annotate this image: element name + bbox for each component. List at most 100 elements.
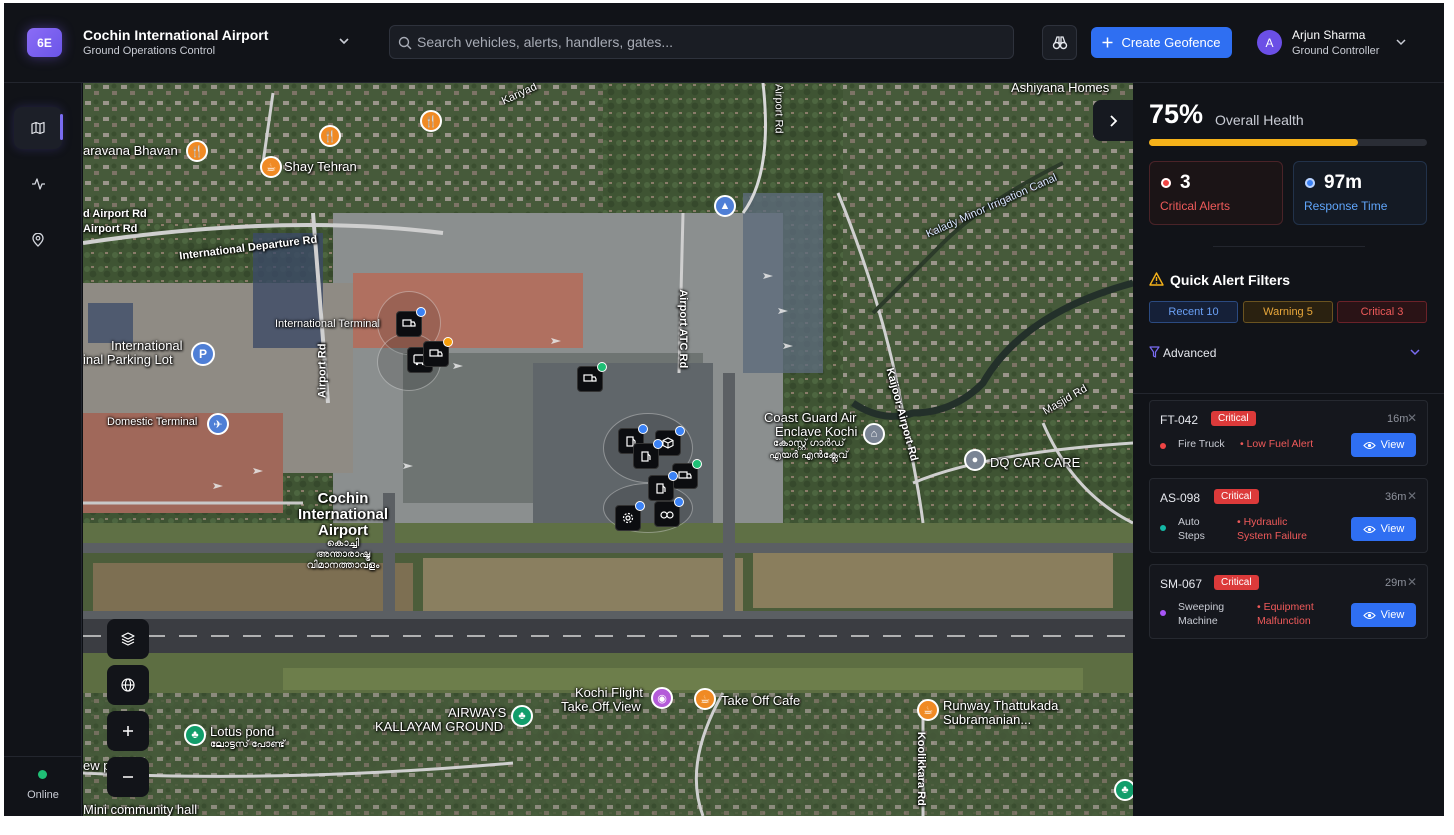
map-label-kochi-flight-1: Kochi Flight: [575, 685, 643, 700]
filter-chip-recent[interactable]: Recent 10: [1149, 301, 1238, 323]
filter-chip-warning[interactable]: Warning 5: [1243, 301, 1333, 323]
chevron-down-icon[interactable]: [1409, 346, 1421, 358]
activity-icon: [31, 178, 45, 190]
alert-vehicle-id: FT-042: [1160, 413, 1199, 427]
search-bar[interactable]: [389, 25, 1014, 59]
airline-logo[interactable]: 6E: [27, 28, 62, 57]
vehicle-marker[interactable]: [423, 337, 453, 367]
filter-icon[interactable]: [1149, 346, 1160, 358]
map-label-lotus-pond: Lotus pond: [210, 724, 275, 739]
map-label-coast-guard-ml-1: കോസ്റ്റ് ഗാർഡ്: [773, 438, 845, 449]
satellite-map[interactable]: aravana Bhavan Shay Tehran Kariyad Airpo…: [83, 83, 1133, 816]
close-icon[interactable]: ✕: [1407, 411, 1417, 425]
eye-icon: [1362, 525, 1376, 533]
truck-icon: [429, 349, 443, 357]
status-dot: [416, 307, 426, 317]
cafe-icon[interactable]: ☕: [694, 688, 716, 710]
zoom-in-button[interactable]: [107, 711, 149, 751]
binoculars-button[interactable]: [1042, 25, 1077, 60]
map-label-shay-tehran: Shay Tehran: [284, 159, 357, 174]
gear-icon: [622, 512, 634, 524]
chevron-right-icon: [1110, 114, 1118, 127]
layers-button[interactable]: [107, 619, 149, 659]
camera-icon[interactable]: ◉: [651, 687, 673, 709]
vehicle-type: Auto Steps: [1178, 516, 1205, 542]
map-label-lotus-pond-ml: ലോട്ടസ് പോണ്ട്: [210, 739, 285, 750]
status-dot: [668, 471, 678, 481]
restaurant-icon[interactable]: 🍴: [319, 125, 341, 147]
view-alert-button[interactable]: View: [1351, 433, 1416, 457]
zoom-out-button[interactable]: [107, 757, 149, 797]
vehicle-marker[interactable]: [648, 471, 678, 501]
nav-map[interactable]: [14, 107, 62, 149]
map-label-airport-rd-mid: Airport Rd: [316, 343, 329, 398]
health-label: Overall Health: [1215, 112, 1304, 128]
parking-icon[interactable]: P: [191, 342, 215, 366]
rail-divider: [4, 756, 82, 757]
response-time-card[interactable]: 97m Response Time: [1293, 161, 1427, 225]
fuel-icon: [641, 451, 651, 462]
user-name[interactable]: Arjun Sharma: [1292, 28, 1365, 42]
map-label-airport: Airport: [318, 522, 368, 539]
landmark-icon[interactable]: ⌂: [863, 423, 885, 445]
app-window: 6E Cochin International Airport Ground O…: [4, 3, 1444, 816]
nav-locations[interactable]: [14, 219, 62, 261]
vehicle-marker[interactable]: [654, 497, 684, 527]
map-label-airport-rd-1: d Airport Rd: [83, 208, 147, 220]
map-label-airport-rd-top: Airport Rd: [772, 84, 785, 134]
map-pin-icon[interactable]: ●: [964, 449, 986, 471]
advanced-filters-toggle[interactable]: Advanced: [1163, 346, 1216, 360]
chevron-down-icon[interactable]: [1394, 35, 1408, 49]
alert-card[interactable]: FT-042 Critical 16m ✕ Fire Truck • Low F…: [1149, 400, 1428, 466]
view-alert-button[interactable]: View: [1351, 517, 1416, 541]
alert-vehicle-id: SM-067: [1160, 577, 1203, 591]
map-label-intl-parking-1: International: [111, 338, 183, 353]
nav-activity[interactable]: [14, 163, 62, 205]
search-input[interactable]: [417, 26, 1007, 58]
critical-alerts-card[interactable]: 3 Critical Alerts: [1149, 161, 1283, 225]
alert-dot-icon: [1161, 178, 1171, 188]
restaurant-icon[interactable]: 🍴: [420, 110, 442, 132]
alert-issue: • Low Fuel Alert: [1240, 438, 1314, 450]
map-label-intl-parking-2: inal Parking Lot: [83, 352, 173, 367]
view-label: View: [1380, 523, 1405, 535]
view-alert-button[interactable]: View: [1351, 603, 1416, 627]
close-icon[interactable]: ✕: [1407, 489, 1417, 503]
vehicle-type: Sweeping Machine: [1178, 601, 1225, 627]
create-geofence-button[interactable]: Create Geofence: [1091, 27, 1232, 58]
park-icon[interactable]: ♣: [511, 705, 533, 727]
park-icon[interactable]: ♣: [184, 724, 206, 746]
vehicle-marker[interactable]: [633, 439, 663, 469]
park-icon[interactable]: ♣: [1114, 779, 1133, 801]
cafe-icon[interactable]: ☕: [260, 156, 282, 178]
alert-card[interactable]: AS-098 Critical 36m ✕ Auto Steps • Hydra…: [1149, 478, 1428, 553]
chevron-down-icon[interactable]: [336, 33, 352, 49]
airport-icon[interactable]: ✈: [207, 413, 229, 435]
minus-icon: [123, 776, 133, 778]
alert-card[interactable]: SM-067 Critical 29m ✕ Sweeping Machine •…: [1149, 564, 1428, 639]
health-progress-bar: [1149, 139, 1427, 146]
user-avatar[interactable]: A: [1257, 30, 1282, 55]
sweeper-icon: [660, 511, 674, 519]
airport-title[interactable]: Cochin International Airport: [83, 27, 268, 43]
vehicle-marker[interactable]: [396, 307, 426, 337]
restaurant-icon[interactable]: 🍴: [186, 140, 208, 162]
school-icon[interactable]: ▲: [714, 195, 736, 217]
cafe-icon[interactable]: ☕: [917, 699, 939, 721]
user-role: Ground Controller: [1292, 45, 1380, 57]
vehicle-marker[interactable]: [615, 501, 645, 531]
alert-vehicle-id: AS-098: [1160, 491, 1201, 505]
collapse-panel-button[interactable]: [1093, 100, 1133, 141]
close-icon[interactable]: ✕: [1407, 575, 1417, 589]
critical-alerts-label: Critical Alerts: [1160, 199, 1231, 213]
layers-icon: [121, 632, 135, 646]
globe-button[interactable]: [107, 665, 149, 705]
location-pin-icon: [32, 233, 44, 247]
severity-badge: Critical: [1214, 575, 1259, 590]
map-label-saravana: aravana Bhavan: [83, 143, 178, 158]
filter-chip-critical[interactable]: Critical 3: [1337, 301, 1427, 323]
map-icon: [31, 121, 45, 135]
status-dot: [653, 439, 663, 449]
vehicle-marker[interactable]: [577, 362, 607, 392]
map-label-ashiyana: Ashiyana Homes: [1011, 83, 1110, 95]
